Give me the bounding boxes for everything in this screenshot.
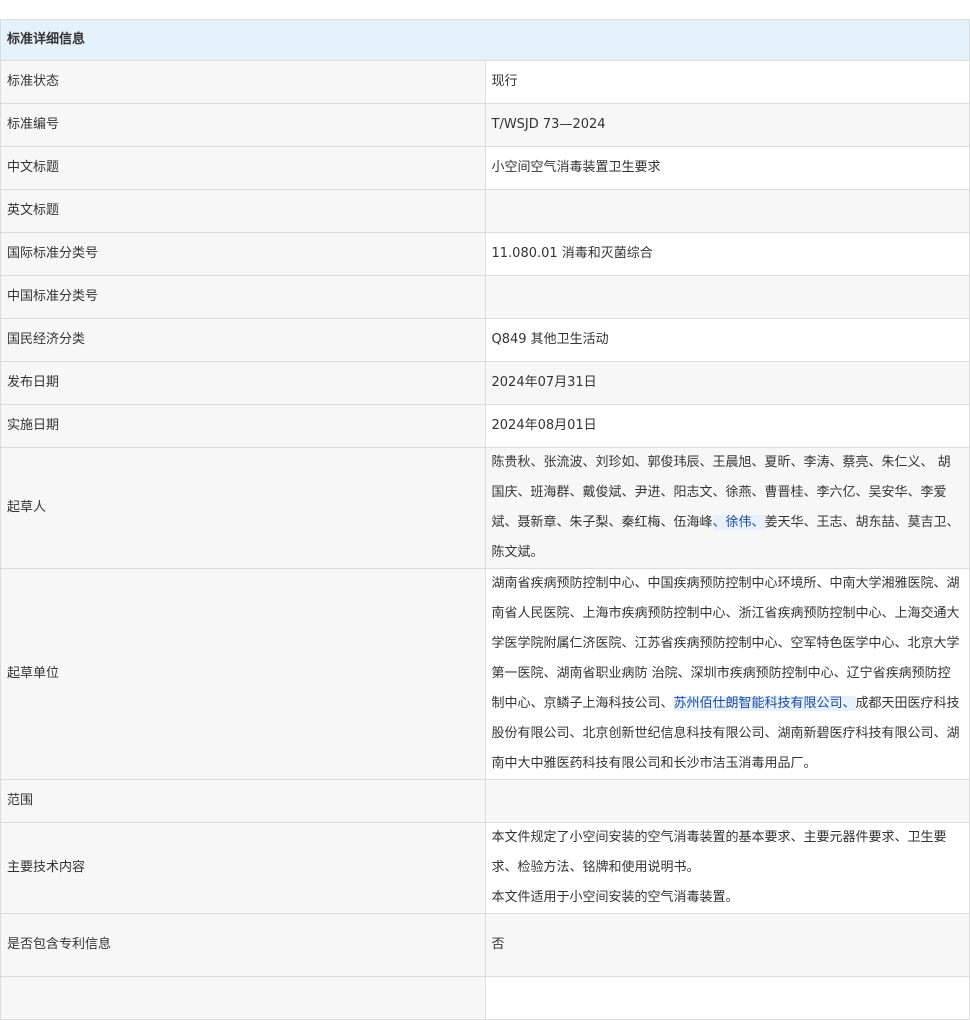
row-label-scope: 范围 bbox=[0, 779, 486, 823]
row-value-units: 湖南省疾病预防控制中心、中国疾病预防控制中心环境所、中南大学湘雅医院、湖南省人民… bbox=[484, 568, 970, 780]
table-row: 起草单位 湖南省疾病预防控制中心、中国疾病预防控制中心环境所、中南大学湘雅医院、… bbox=[0, 568, 970, 780]
row-value-en-title bbox=[484, 189, 970, 233]
row-value-effective-date: 2024年08月01日 bbox=[484, 404, 970, 448]
row-label-units: 起草单位 bbox=[0, 568, 486, 780]
row-label-number: 标准编号 bbox=[0, 103, 486, 147]
standard-detail-panel: 标准详细信息 标准状态 现行 标准编号 T/WSJD 73—2024 中文标题 … bbox=[0, 19, 970, 1020]
row-label-drafters: 起草人 bbox=[0, 447, 486, 569]
row-value-scope bbox=[484, 779, 970, 823]
table-row: 实施日期 2024年08月01日 bbox=[0, 404, 970, 448]
table-row: 标准编号 T/WSJD 73—2024 bbox=[0, 103, 970, 147]
tech-line-1: 本文件规定了小空间安装的空气消毒装置的基本要求、主要元器件要求、卫生要求、检验方… bbox=[491, 830, 947, 875]
table-row bbox=[0, 976, 970, 1020]
row-label-status: 标准状态 bbox=[0, 60, 486, 104]
table-row: 是否包含专利信息 否 bbox=[0, 913, 970, 977]
drafter-highlight: 、徐伟、 bbox=[712, 515, 765, 530]
row-value-ics: 11.080.01 消毒和灭菌综合 bbox=[484, 232, 970, 276]
row-value-empty bbox=[484, 976, 970, 1020]
row-label-en-title: 英文标题 bbox=[0, 189, 486, 233]
table-row: 标准状态 现行 bbox=[0, 60, 970, 104]
unit-highlight-link[interactable]: 苏州佰仕朗智能科技有限公司、 bbox=[673, 696, 856, 711]
row-value-tech: 本文件规定了小空间安装的空气消毒装置的基本要求、主要元器件要求、卫生要求、检验方… bbox=[484, 822, 970, 914]
table-row: 主要技术内容 本文件规定了小空间安装的空气消毒装置的基本要求、主要元器件要求、卫… bbox=[0, 822, 970, 914]
row-label-tech: 主要技术内容 bbox=[0, 822, 486, 914]
row-label-ccs: 中国标准分类号 bbox=[0, 275, 486, 319]
row-value-patent: 否 bbox=[484, 913, 970, 977]
row-value-drafters: 陈贵秋、张流波、刘珍如、郭俊玮辰、王晨旭、夏昕、李涛、蔡亮、朱仁义、 胡国庆、班… bbox=[484, 447, 970, 569]
row-value-number: T/WSJD 73—2024 bbox=[484, 103, 970, 147]
row-value-cn-title: 小空间空气消毒装置卫生要求 bbox=[484, 146, 970, 190]
row-label-ics: 国际标准分类号 bbox=[0, 232, 486, 276]
row-label-cn-title: 中文标题 bbox=[0, 146, 486, 190]
row-label-publish-date: 发布日期 bbox=[0, 361, 486, 405]
table-row: 发布日期 2024年07月31日 bbox=[0, 361, 970, 405]
row-value-ccs bbox=[484, 275, 970, 319]
table-row: 范围 bbox=[0, 779, 970, 823]
row-value-publish-date: 2024年07月31日 bbox=[484, 361, 970, 405]
row-label-patent: 是否包含专利信息 bbox=[0, 913, 486, 977]
row-label-empty bbox=[0, 976, 486, 1020]
row-label-economy: 国民经济分类 bbox=[0, 318, 486, 362]
table-row: 国民经济分类 Q849 其他卫生活动 bbox=[0, 318, 970, 362]
table-row: 国际标准分类号 11.080.01 消毒和灭菌综合 bbox=[0, 232, 970, 276]
row-value-status: 现行 bbox=[484, 60, 970, 104]
row-value-economy: Q849 其他卫生活动 bbox=[484, 318, 970, 362]
standard-detail-table: 标准详细信息 标准状态 现行 标准编号 T/WSJD 73—2024 中文标题 … bbox=[0, 19, 970, 1020]
tech-line-2: 本文件适用于小空间安装的空气消毒装置。 bbox=[491, 890, 739, 905]
table-row: 起草人 陈贵秋、张流波、刘珍如、郭俊玮辰、王晨旭、夏昕、李涛、蔡亮、朱仁义、 胡… bbox=[0, 447, 970, 569]
table-header: 标准详细信息 bbox=[0, 19, 970, 61]
table-row: 中国标准分类号 bbox=[0, 275, 970, 319]
table-row: 中文标题 小空间空气消毒装置卫生要求 bbox=[0, 146, 970, 190]
table-row: 英文标题 bbox=[0, 189, 970, 233]
row-label-effective-date: 实施日期 bbox=[0, 404, 486, 448]
units-text: 湖南省疾病预防控制中心、中国疾病预防控制中心环境所、中南大学湘雅医院、湖南省人民… bbox=[491, 576, 960, 711]
